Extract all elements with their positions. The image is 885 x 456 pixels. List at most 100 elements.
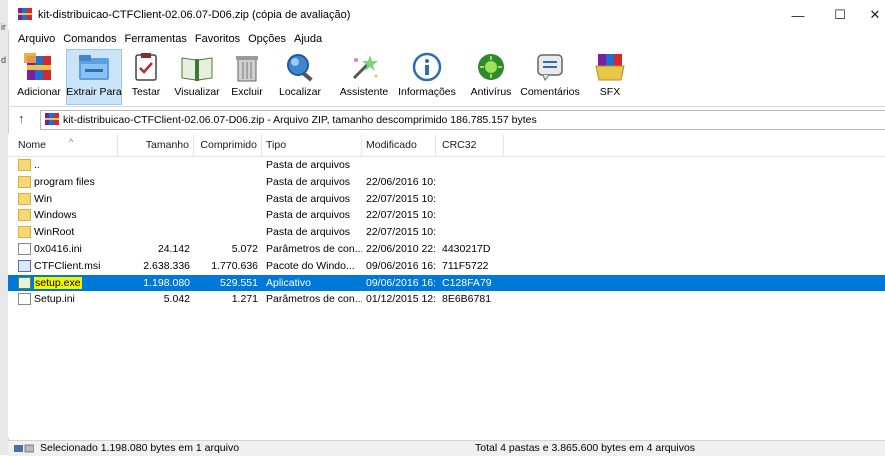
list-body: .. Pasta de arquivos program files Pasta de… [8,157,885,308]
table-row[interactable]: CTFClient.msi 2.638.336 1.770.636 Pacote do… [8,258,885,275]
table-row[interactable]: 0x0416.ini 24.142 5.072 Parâmetros de con..… [8,241,885,258]
folder-icon [18,192,31,205]
file-crc32 [436,157,504,174]
address-row: ↑ kit-distribuicao-CTFClient-02.06.07-D0… [8,109,885,131]
table-row[interactable]: WinRoot Pasta de arquivos 22/07/2015 10:20 [8,224,885,241]
file-modified: 09/06/2016 16:40 [366,276,436,289]
delete-button[interactable]: Excluir [227,50,267,104]
view-book-icon [179,50,215,84]
file-size: 2.638.336 [143,259,190,272]
file-crc32: 8E6B6781 [442,293,492,306]
column-name[interactable]: Nome ^ [8,134,118,156]
column-crc32[interactable]: CRC32 [436,134,504,156]
file-name-text: 0x0416.ini [34,242,82,255]
file-modified: 22/07/2015 10:20 [366,192,436,205]
sfx-button[interactable]: SFX [590,50,630,104]
file-type: Pasta de arquivos [266,192,351,205]
file-packed-size [194,157,262,174]
file-crc32: C128FA79 [442,276,492,289]
extract-to-button[interactable]: Extrair Para [66,49,122,105]
file-size [118,191,194,208]
extract-folder-icon [76,50,112,84]
file-type: Pasta de arquivos [266,175,351,188]
menu-comandos[interactable]: Comandos [59,31,120,47]
comments-button[interactable]: Comentários [518,50,582,104]
file-modified [362,157,436,174]
close-button[interactable]: ✕ [860,5,885,25]
info-button[interactable]: Informações [396,50,458,104]
wizard-label: Assistente [339,86,389,98]
folder-icon [18,226,31,239]
delete-label: Excluir [231,86,263,98]
ini-file-icon [18,242,31,255]
minimize-button[interactable]: — [783,5,813,25]
find-button[interactable]: Localizar [271,50,329,104]
menu-ferramentas[interactable]: Ferramentas [121,31,191,47]
trash-icon [229,50,265,84]
add-button[interactable]: Adicionar [14,50,64,104]
maximize-button[interactable]: ☐ [825,5,855,25]
file-size [118,157,194,174]
toolbar: Adicionar Extrair Para Testar Visualizar… [8,48,885,107]
file-name-text: Setup.ini [34,293,75,306]
file-crc32 [436,224,504,241]
file-crc32 [436,207,504,224]
menu-ajuda[interactable]: Ajuda [290,31,326,47]
file-modified: 01/12/2015 12:29 [366,293,436,306]
path-bar[interactable]: kit-distribuicao-CTFClient-02.06.07-D06.… [40,110,885,130]
file-name: setup.exe [34,275,82,292]
file-packed-size [194,207,262,224]
wizard-wand-icon [346,50,382,84]
antivirus-button[interactable]: Antivírus [466,50,516,104]
file-size: 5.042 [163,293,190,306]
file-name-text: Windows [34,209,77,222]
find-label: Localizar [278,86,322,98]
antivirus-icon [473,50,509,84]
title-bar: kit-distribuicao-CTFClient-02.06.07-D06.… [8,0,885,30]
view-button[interactable]: Visualizar [170,50,224,104]
menu-favoritos[interactable]: Favoritos [191,31,244,47]
file-name: Win [34,191,52,208]
sfx-label: SFX [599,86,621,98]
test-button[interactable]: Testar [126,50,166,104]
up-arrow-icon[interactable]: ↑ [18,111,25,126]
file-name: Setup.ini [34,291,75,308]
table-row[interactable]: setup.exe 1.198.080 529.551 Aplicativo 09/06… [8,274,885,292]
sort-ascending-icon: ^ [69,137,74,147]
list-header: Nome ^ Tamanho Comprimido Tipo Modificado… [8,134,885,157]
file-packed-size [194,174,262,191]
view-label: Visualizar [174,86,220,98]
file-name: 0x0416.ini [34,241,82,258]
file-name: .. [34,157,40,174]
file-packed-size [194,224,262,241]
file-type: Pasta de arquivos [266,159,351,171]
column-modified[interactable]: Modificado [362,134,436,156]
table-row[interactable]: program files Pasta de arquivos 22/06/2016… [8,174,885,191]
menu-opcoes[interactable]: Opções [244,31,290,47]
file-name-text: WinRoot [34,226,75,239]
status-bar: Selecionado 1.198.080 bytes em 1 arquivo… [8,440,885,456]
table-row[interactable]: Windows Pasta de arquivos 22/07/2015 10:20 [8,207,885,224]
drive-icon [14,444,34,453]
column-size[interactable]: Tamanho [118,134,194,156]
table-row[interactable]: .. Pasta de arquivos [8,157,885,174]
file-crc32 [436,174,504,191]
column-packed[interactable]: Comprimido [194,134,262,156]
find-magnifier-icon [282,50,318,84]
status-total: Total 4 pastas e 3.865.600 bytes em 4 ar… [475,442,696,454]
column-type[interactable]: Tipo [262,134,362,156]
wizard-button[interactable]: Assistente [334,50,394,104]
sfx-archive-icon [592,50,628,84]
test-clipboard-icon [128,50,164,84]
column-name-label: Nome [18,139,47,151]
file-packed-size: 529.551 [220,276,258,289]
file-packed-size: 5.072 [231,242,258,255]
comments-icon [532,50,568,84]
file-crc32: 711F5722 [442,259,489,272]
file-packed-size: 1.271 [231,293,258,306]
menu-arquivo[interactable]: Arquivo [14,31,59,47]
table-row[interactable]: Setup.ini 5.042 1.271 Parâmetros de con... 0… [8,291,885,308]
file-type: Pacote do Windo... [266,259,355,272]
test-label: Testar [131,86,161,98]
table-row[interactable]: Win Pasta de arquivos 22/07/2015 10:20 [8,191,885,208]
